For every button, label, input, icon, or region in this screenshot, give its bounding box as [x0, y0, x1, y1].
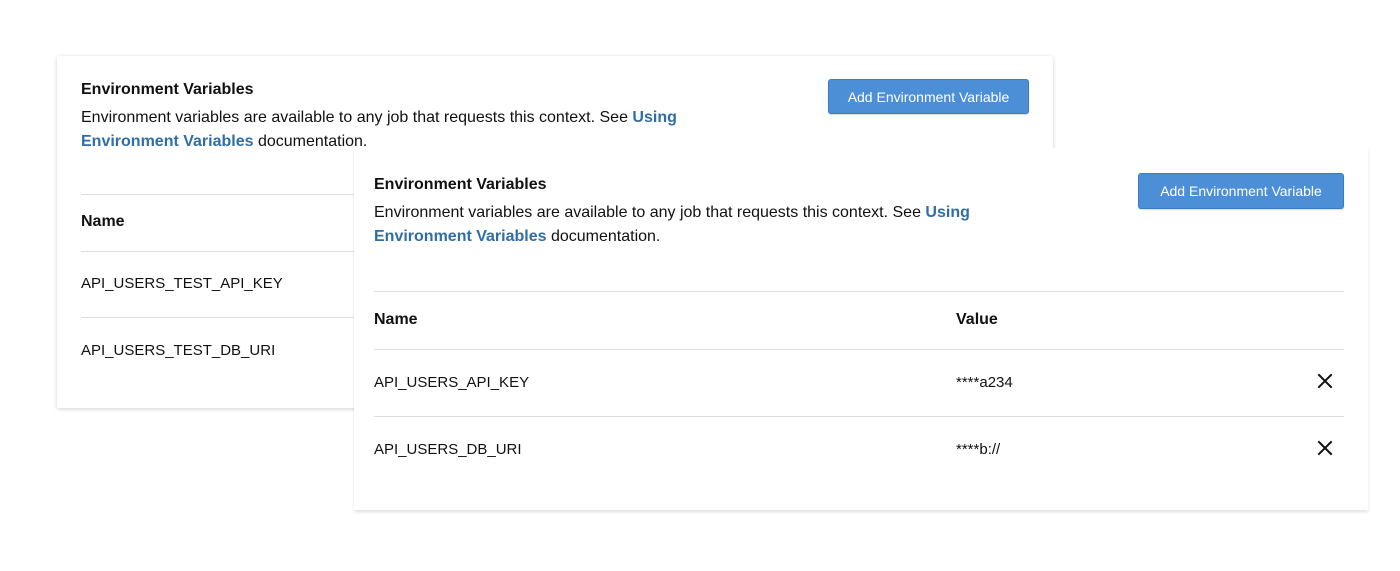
add-environment-variable-button[interactable]: Add Environment Variable [1138, 173, 1344, 209]
add-environment-variable-button[interactable]: Add Environment Variable [828, 79, 1029, 114]
env-vars-doc-link-part-2[interactable]: Environment Variables [81, 133, 254, 150]
env-var-name: API_USERS_DB_URI [374, 441, 522, 458]
divider [374, 349, 1344, 350]
description-prefix: Environment variables are available to a… [374, 204, 926, 221]
env-var-value: ****b:// [956, 441, 1001, 458]
env-vars-doc-link-part-1[interactable]: Using [925, 204, 969, 221]
panel-title: Environment Variables [81, 81, 254, 98]
close-icon[interactable] [1316, 372, 1334, 390]
description-suffix: documentation. [253, 133, 368, 150]
column-header-value: Value [956, 311, 998, 328]
panel-description: Environment variables are available to a… [374, 201, 994, 249]
table-row-name: API_USERS_TEST_API_KEY [81, 275, 283, 292]
divider [374, 291, 1344, 292]
table-row-name: API_USERS_TEST_DB_URI [81, 342, 276, 359]
divider [374, 416, 1344, 417]
env-vars-doc-link-part-1[interactable]: Using [632, 109, 676, 126]
env-var-name: API_USERS_API_KEY [374, 374, 530, 391]
env-vars-doc-link-part-2[interactable]: Environment Variables [374, 228, 547, 245]
close-icon[interactable] [1316, 439, 1334, 457]
env-vars-panel-front: Environment Variables Environment variab… [354, 148, 1368, 510]
panel-title: Environment Variables [374, 176, 547, 193]
column-header-name: Name [374, 311, 418, 328]
description-prefix: Environment variables are available to a… [81, 109, 633, 126]
description-suffix: documentation. [546, 228, 661, 245]
column-header-name: Name [81, 213, 125, 230]
panel-description: Environment variables are available to a… [81, 106, 681, 154]
env-var-value: ****a234 [956, 374, 1013, 391]
